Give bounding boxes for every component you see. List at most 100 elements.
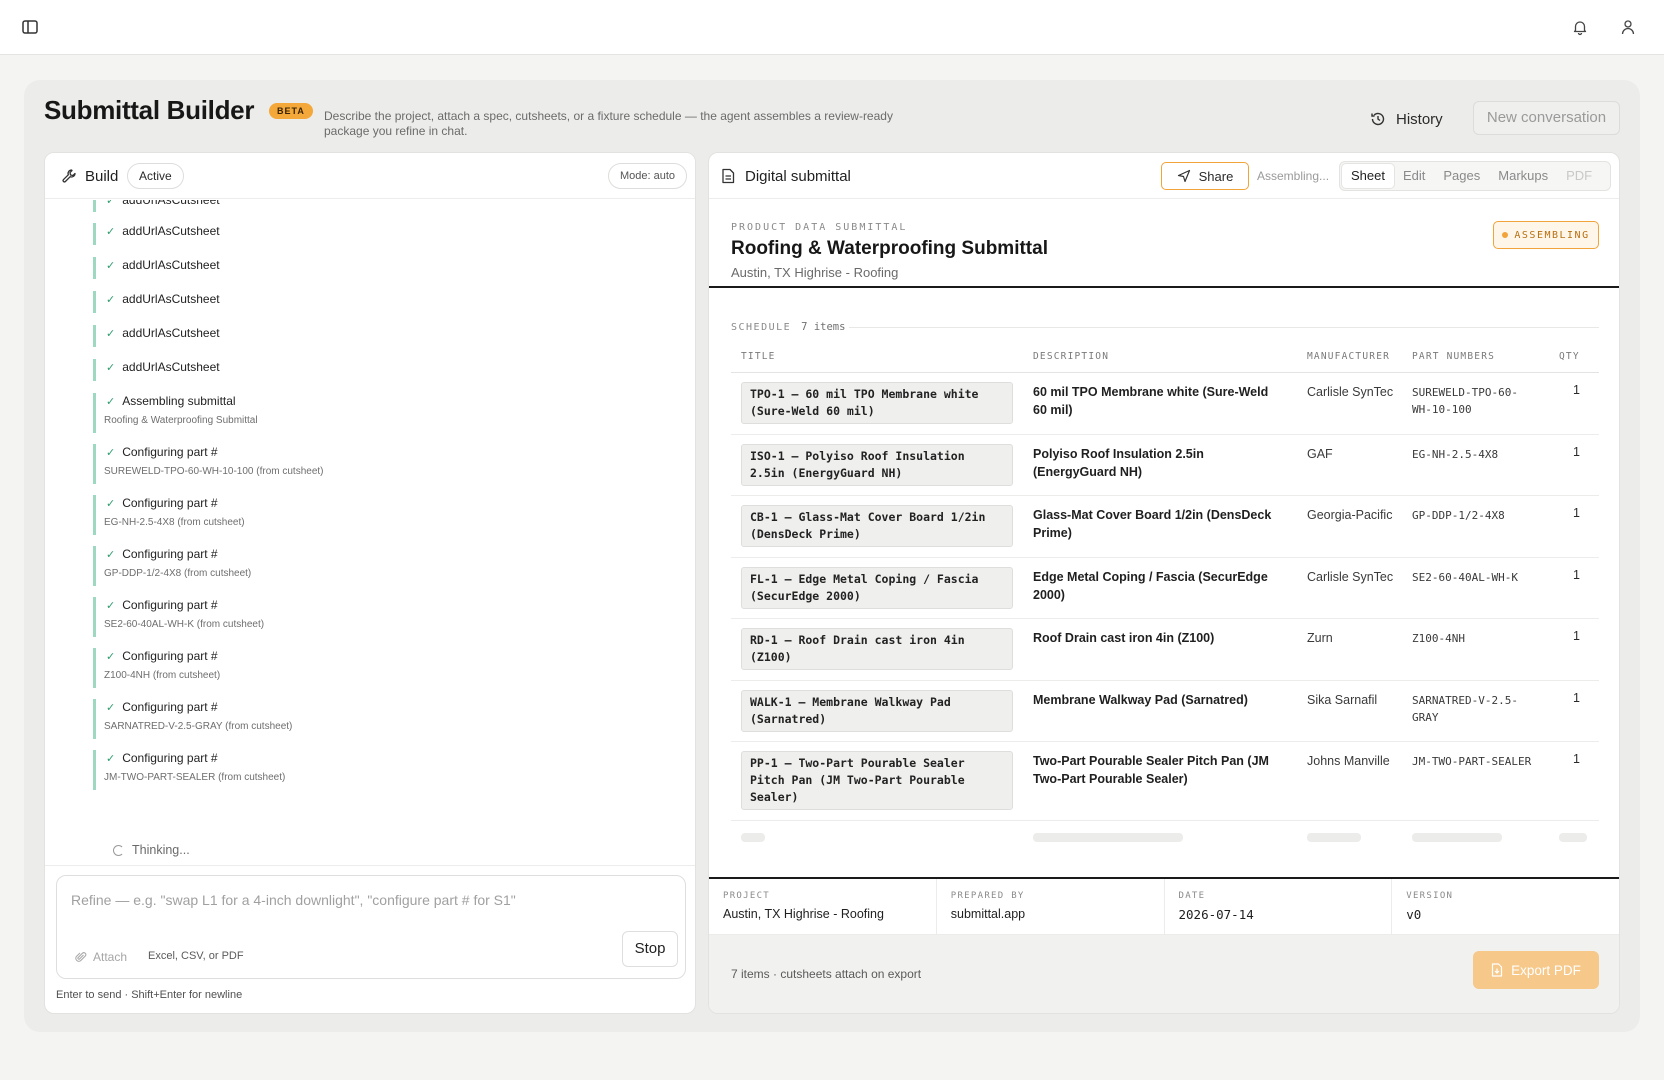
log-item-detail: SE2-60-40AL-WH-K (from cutsheet) <box>104 619 265 630</box>
user-icon[interactable] <box>1619 18 1637 36</box>
submittal-project: Austin, TX Highrise - Roofing <box>731 265 899 280</box>
log-item: ✓ addUrlAsCutsheet <box>93 325 220 347</box>
log-item-label: Assembling submittal <box>122 394 236 408</box>
log-item-detail: JM-TWO-PART-SEALER (from cutsheet) <box>104 772 286 783</box>
item-title[interactable]: WALK-1 — Membrane Walkway Pad (Sarnatred… <box>741 690 1013 732</box>
attach-button[interactable]: Attach <box>75 950 127 964</box>
thinking-label: Thinking... <box>132 843 190 857</box>
item-title[interactable]: CB-1 — Glass-Mat Cover Board 1/2in (Dens… <box>741 505 1013 547</box>
document-title: Digital submittal <box>745 168 851 185</box>
item-manufacturer: Sika Sarnafil <box>1307 693 1378 707</box>
item-description: Edge Metal Coping / Fascia (SecurEdge 20… <box>1033 570 1268 602</box>
share-button[interactable]: Share <box>1161 162 1249 190</box>
paperclip-icon <box>75 952 87 962</box>
log-item: ✓ Configuring part # JM-TWO-PART-SEALER (f… <box>93 750 285 790</box>
table-row[interactable]: TPO-1 — 60 mil TPO Membrane white (Sure-… <box>731 373 1599 435</box>
item-manufacturer: Carlisle SynTec <box>1307 385 1394 399</box>
document-meta: PROJECT Austin, TX Highrise - Roofing PRE… <box>709 879 1619 935</box>
item-manufacturer: GAF <box>1307 447 1333 461</box>
history-button[interactable]: History <box>1370 102 1443 136</box>
check-icon: ✓ <box>106 226 116 238</box>
item-title[interactable]: RD-1 — Roof Drain cast iron 4in (Z100) <box>741 628 1013 670</box>
log-item: ✓ Configuring part # SE2-60-40AL-WH-K (fro… <box>93 597 264 637</box>
check-icon: ✓ <box>106 447 116 459</box>
table-row[interactable]: PP-1 — Two-Part Pourable Sealer Pitch Pa… <box>731 742 1599 821</box>
column-header-title: TITLE <box>741 351 776 362</box>
table-row[interactable]: FL-1 — Edge Metal Coping / Fascia (Secur… <box>731 558 1599 619</box>
beta-badge: BETA <box>269 103 313 119</box>
schedule-title: SCHEDULE <box>731 321 792 333</box>
submittal-heading: Roofing & Waterproofing Submittal <box>731 238 1048 259</box>
bell-icon[interactable] <box>1571 18 1589 36</box>
export-pdf-button[interactable]: Export PDF <box>1473 951 1599 989</box>
view-tabs: Sheet Edit Pages Markups PDF <box>1339 161 1611 191</box>
item-qty: 1 <box>1573 445 1580 459</box>
heavy-divider <box>709 286 1619 288</box>
item-title[interactable]: ISO-1 — Polyiso Roof Insulation 2.5in (E… <box>741 444 1013 486</box>
column-header-part-numbers: PART NUMBERS <box>1412 351 1496 362</box>
schedule-label: SCHEDULE 7 items <box>731 321 845 333</box>
log-item: ✓ addUrlAsCutsheet <box>93 200 220 212</box>
meta-date: DATE 2026-07-14 <box>1165 879 1393 934</box>
item-part-number: EG-NH-2.5-4X8 <box>1412 448 1499 461</box>
item-title[interactable]: TPO-1 — 60 mil TPO Membrane white (Sure-… <box>741 382 1013 424</box>
check-icon: ✓ <box>106 328 116 340</box>
build-status-badge: Active <box>127 163 184 189</box>
log-item: ✓ Configuring part # GP-DDP-1/2-4X8 (from … <box>93 546 251 586</box>
sidebar-toggle-icon[interactable] <box>21 18 39 36</box>
item-qty: 1 <box>1573 568 1580 582</box>
mode-selector[interactable]: Mode: auto <box>608 163 688 189</box>
log-item-label: addUrlAsCutsheet <box>122 360 220 374</box>
item-description: 60 mil TPO Membrane white (Sure-Weld 60 … <box>1033 385 1269 417</box>
tab-edit[interactable]: Edit <box>1394 164 1434 188</box>
document-eyebrow: PRODUCT DATA SUBMITTAL <box>731 222 908 233</box>
column-header-description: DESCRIPTION <box>1033 351 1110 362</box>
meta-value: Austin, TX Highrise - Roofing <box>723 907 884 921</box>
table-row[interactable]: WALK-1 — Membrane Walkway Pad (Sarnatred… <box>731 681 1599 742</box>
log-item: ✓ Configuring part # EG-NH-2.5-4X8 (from c… <box>93 495 245 535</box>
item-description: Two-Part Pourable Sealer Pitch Pan (JM T… <box>1033 754 1269 786</box>
log-item: ✓ Configuring part # SUREWELD-TPO-60-WH-10… <box>93 444 324 484</box>
log-item-label: Configuring part # <box>122 700 218 714</box>
stop-button[interactable]: Stop <box>622 931 678 967</box>
item-part-number: Z100-4NH <box>1412 632 1465 645</box>
refine-input[interactable]: Refine — e.g. "swap L1 for a 4-inch down… <box>56 875 686 979</box>
log-item-label: Configuring part # <box>122 598 218 612</box>
page-subtitle: Describe the project, attach a spec, cut… <box>324 109 893 138</box>
check-icon: ✓ <box>106 260 116 272</box>
page-title: Submittal Builder <box>44 95 255 125</box>
log-item-label: addUrlAsCutsheet <box>122 258 220 272</box>
check-icon: ✓ <box>106 362 116 374</box>
check-icon: ✓ <box>106 753 116 765</box>
item-qty: 1 <box>1573 383 1580 397</box>
meta-value: v0 <box>1406 907 1422 922</box>
schedule-count: 7 items <box>801 321 846 333</box>
build-panel: Build Active Mode: auto ✓ addUrlAsCutshee… <box>44 152 696 1014</box>
item-title[interactable]: PP-1 — Two-Part Pourable Sealer Pitch Pa… <box>741 751 1013 810</box>
loading-placeholder <box>1559 833 1587 842</box>
item-part-number: SE2-60-40AL-WH-K <box>1412 571 1518 584</box>
tab-pages[interactable]: Pages <box>1434 164 1489 188</box>
digital-submittal-panel: Digital submittal Share Assembling... Sh… <box>708 152 1620 1014</box>
item-qty: 1 <box>1573 752 1580 766</box>
table-row[interactable]: CB-1 — Glass-Mat Cover Board 1/2in (Dens… <box>731 496 1599 558</box>
history-label: History <box>1396 110 1443 128</box>
log-item-label: Configuring part # <box>122 445 218 459</box>
table-row[interactable]: ISO-1 — Polyiso Roof Insulation 2.5in (E… <box>731 435 1599 496</box>
meta-prepared-by: PREPARED BY submittal.app <box>937 879 1165 934</box>
footer-note: 7 items · cutsheets attach on export <box>731 967 922 981</box>
log-item-detail: EG-NH-2.5-4X8 (from cutsheet) <box>104 517 245 528</box>
new-conversation-button[interactable]: New conversation <box>1473 101 1620 135</box>
document-footer: 7 items · cutsheets attach on export Exp… <box>709 935 1619 1013</box>
thinking-indicator: Thinking... <box>113 843 190 857</box>
document-icon <box>722 168 735 184</box>
item-title[interactable]: FL-1 — Edge Metal Coping / Fascia (Secur… <box>741 567 1013 609</box>
table-row[interactable]: RD-1 — Roof Drain cast iron 4in (Z100) R… <box>731 619 1599 681</box>
attach-label: Attach <box>93 950 128 964</box>
loading-placeholder <box>1412 833 1502 842</box>
tab-sheet[interactable]: Sheet <box>1342 164 1394 188</box>
status-badge-label: ASSEMBLING <box>1514 229 1590 241</box>
tab-markups[interactable]: Markups <box>1489 164 1557 188</box>
history-icon <box>1371 112 1385 126</box>
item-part-number: SARNATRED-V-2.5-GRAY <box>1412 694 1518 724</box>
